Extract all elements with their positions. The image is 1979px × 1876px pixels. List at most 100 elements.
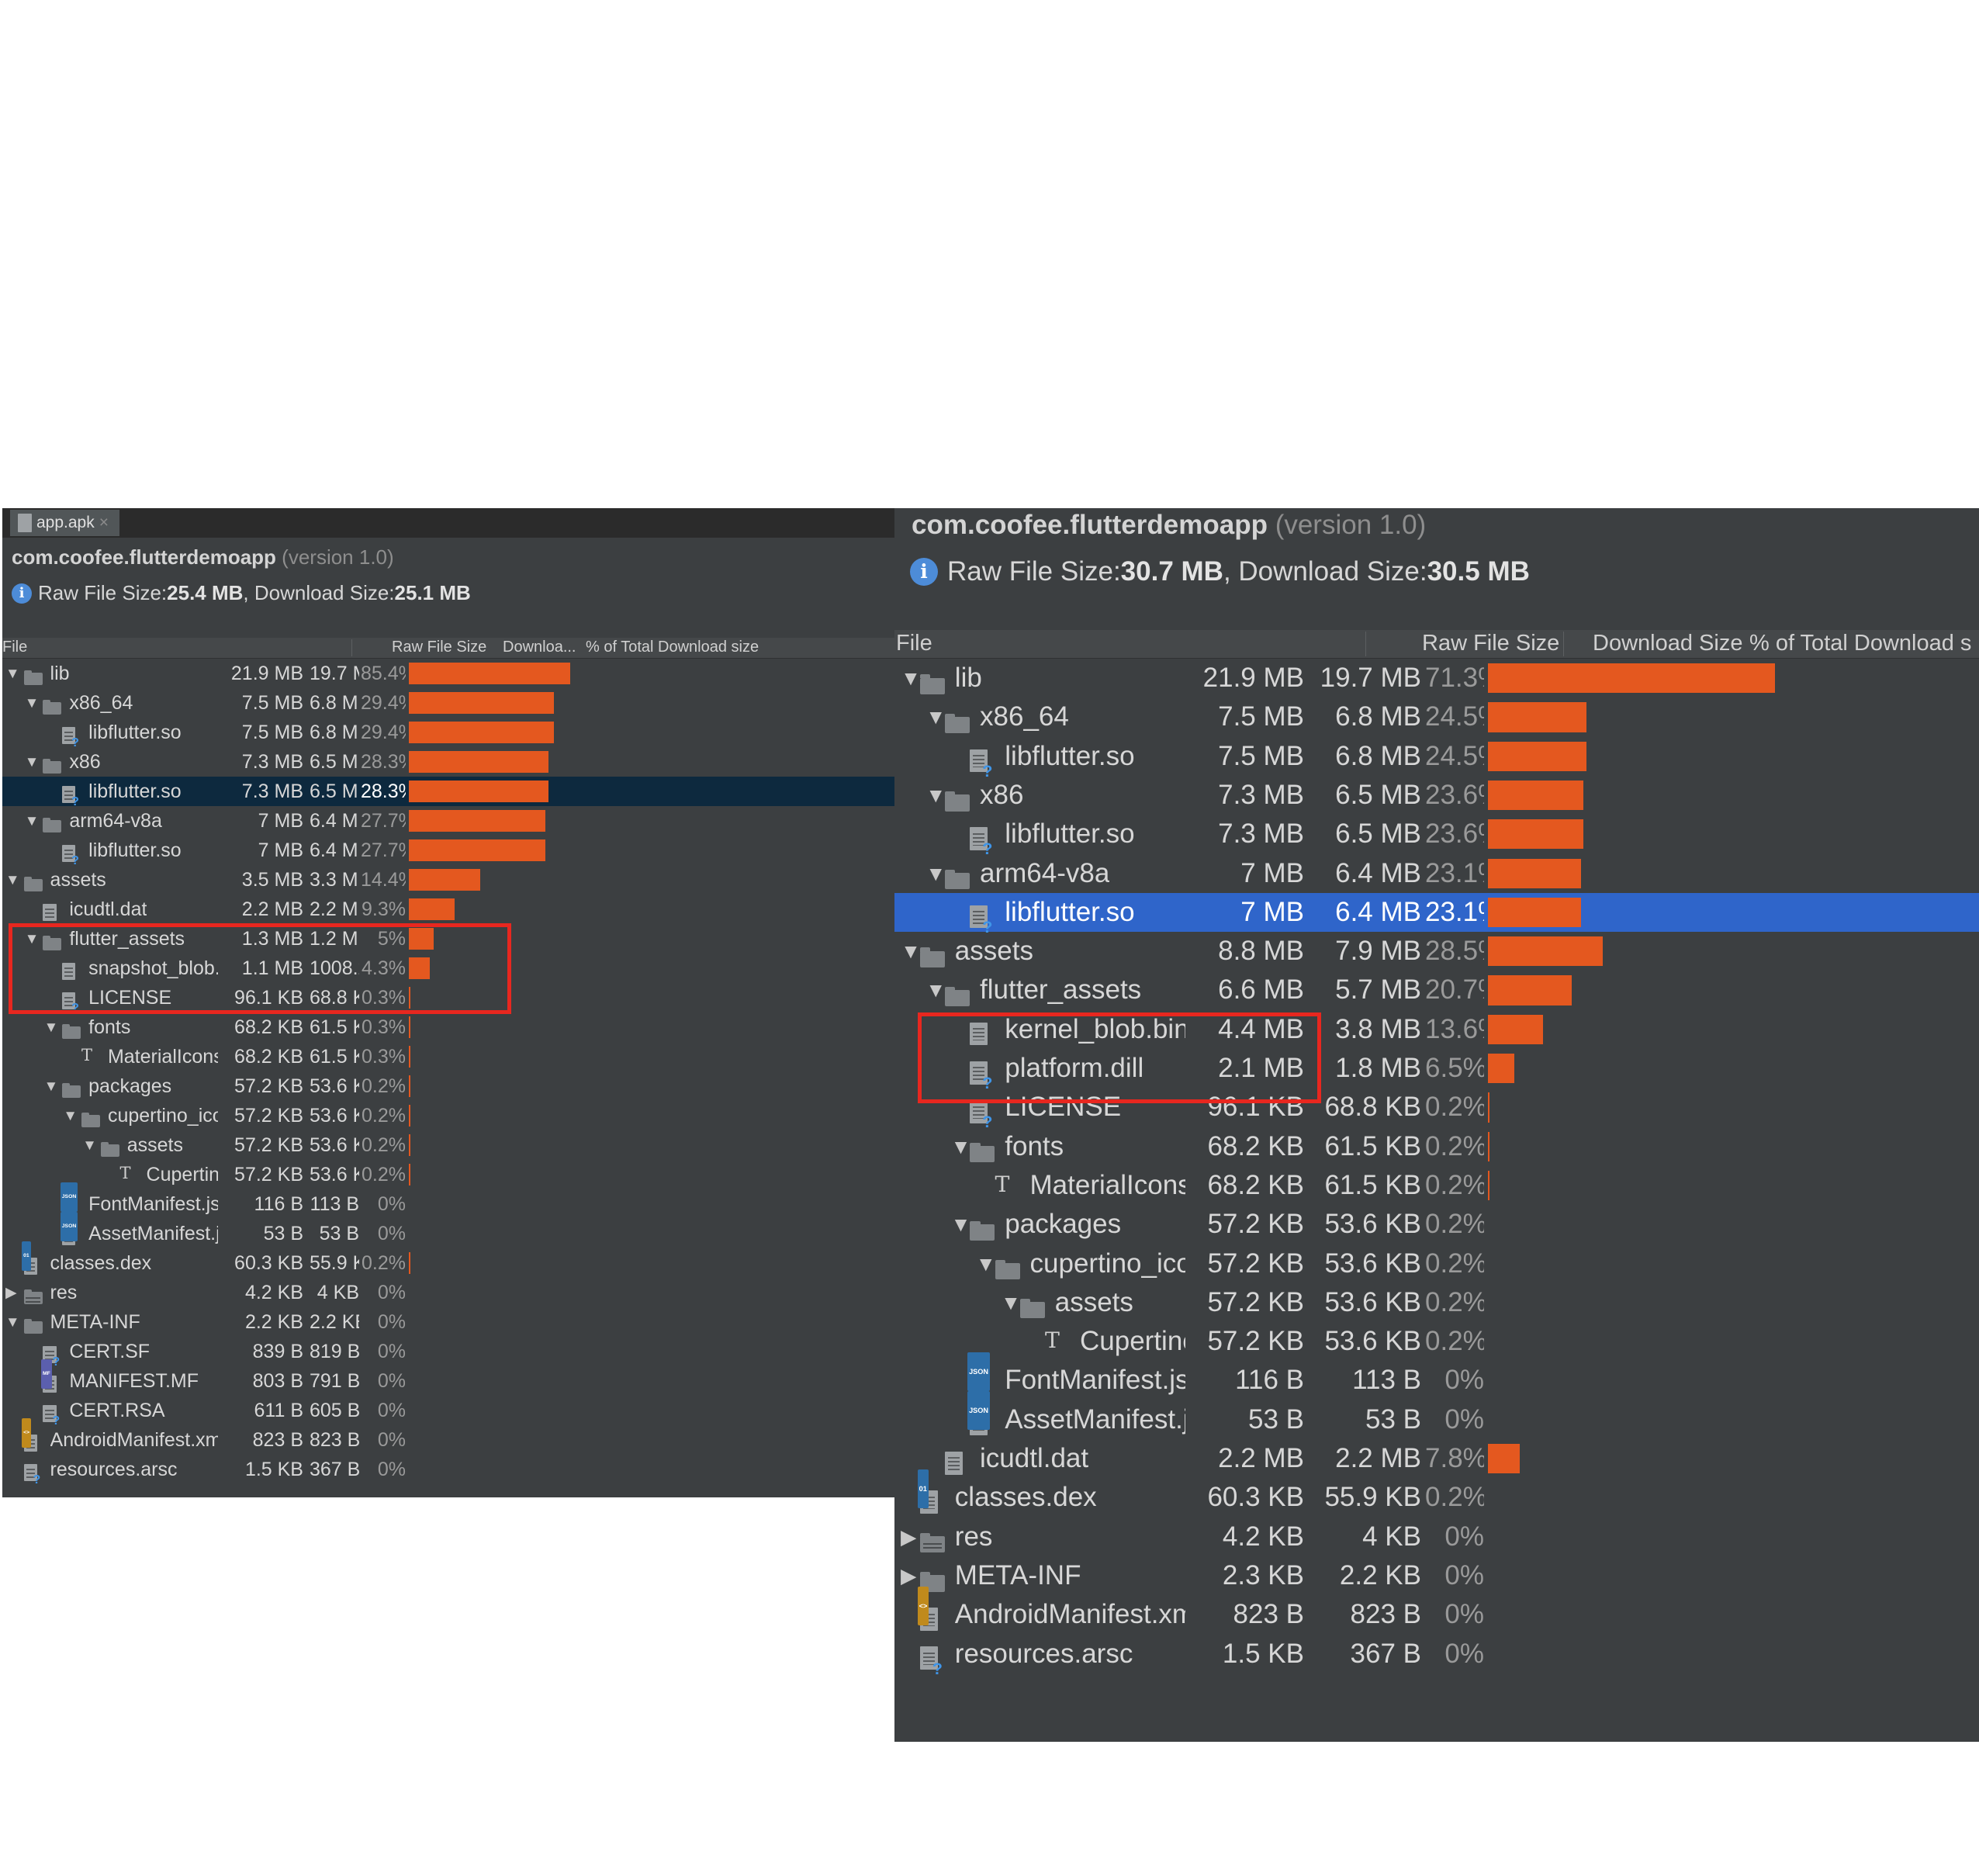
tree-row[interactable]: ? libflutter.so 7.3 MB 6.5 MB23.6%	[894, 815, 1979, 858]
expand-down-icon[interactable]: ▼	[25, 688, 40, 718]
column-raw-size[interactable]: Raw File Size	[1422, 631, 1559, 656]
column-file[interactable]: File	[896, 631, 932, 656]
tree-row[interactable]: ▼ assets 8.8 MB 7.9 MB28.5%	[894, 932, 1979, 971]
unknown-file-icon: ?	[43, 1342, 61, 1369]
column-divider[interactable]	[1365, 632, 1366, 656]
tree-row[interactable]: ▼ assets 57.2 KB 53.6 KB0.2%	[894, 1283, 1979, 1322]
tree-row[interactable]: 01 classes.dex 60.3 KB 55.9 KB0.2%	[2, 1241, 894, 1278]
close-icon[interactable]: ×	[99, 514, 109, 532]
raw-size-cell: 4.2 KB	[244, 1282, 303, 1303]
column-percent-total[interactable]: % of Total Download s	[1749, 631, 1971, 656]
expand-right-icon[interactable]: ▶	[901, 1518, 916, 1556]
raw-size-cell: 7.3 MB	[1218, 819, 1304, 850]
expand-down-icon[interactable]: ▼	[925, 776, 946, 815]
column-file[interactable]: File	[2, 639, 27, 656]
tree-row[interactable]: <> AndroidManifest.xml 823 B 823 B 0%	[2, 1418, 894, 1455]
size-bar	[409, 721, 554, 744]
tree-row[interactable]: ? CERT.RSA 611 B 605 B 0%	[2, 1396, 894, 1428]
expand-down-icon[interactable]: ▼	[925, 854, 946, 893]
tree-row[interactable]: MF MANIFEST.MF 803 B 791 B 0%	[2, 1359, 894, 1396]
folder-icon	[23, 664, 43, 685]
tree-row[interactable]: JSON AssetManifest.json 53 B 53 B 0%	[894, 1391, 1979, 1439]
expand-down-icon[interactable]: ▼	[976, 1244, 996, 1283]
download-size-cell: 6.8 MB	[1335, 701, 1421, 732]
tab-app-apk[interactable]: app.apk ×	[10, 510, 119, 536]
tree-row[interactable]: ? resources.arsc 1.5 KB 367 B 0%	[894, 1635, 1979, 1678]
tree-row[interactable]: ▼ lib 21.9 MB 19.7 MB71.3%	[894, 659, 1979, 697]
tree-row[interactable]: T CupertinoIcon 57.2 KB 53.6 KB0.2%	[894, 1322, 1979, 1361]
tree-row[interactable]: ▼ lib 21.9 MB 19.7 MB85.4%	[2, 659, 894, 688]
tree-row[interactable]: ▼ cupertino_icons 57.2 KB 53.6 KB0.2%	[2, 1101, 894, 1130]
tree-row[interactable]: JSON FontManifest.json 116 B 113 B 0%	[894, 1352, 1979, 1400]
tree-row[interactable]: 01 classes.dex 60.3 KB 55.9 KB0.2%	[894, 1469, 1979, 1517]
tree-row[interactable]: ▼ x86 7.3 MB 6.5 MB23.6%	[894, 776, 1979, 815]
expand-down-icon[interactable]: ▼	[1001, 1283, 1021, 1322]
tree-row[interactable]: T MaterialIcons-Regula 68.2 KB 61.5 KB0.3%	[2, 1042, 894, 1071]
tree-row[interactable]: ? libflutter.so 7 MB 6.4 MB23.1%	[894, 892, 1979, 936]
expand-down-icon[interactable]: ▼	[44, 1012, 59, 1042]
folder-icon	[995, 1251, 1020, 1280]
expand-down-icon[interactable]: ▼	[25, 747, 40, 777]
tree-row[interactable]: ▼ arm64-v8a 7 MB 6.4 MB27.7%	[2, 806, 894, 836]
expand-down-icon[interactable]: ▼	[925, 971, 946, 1009]
tree-row[interactable]: ▼ fonts 68.2 KB 61.5 KB 0.2%	[894, 1127, 1979, 1166]
tree-row[interactable]: ▼ fonts 68.2 KB 61.5 KB0.3%	[2, 1012, 894, 1042]
tree-row[interactable]: ▼ x86_64 7.5 MB 6.8 MB29.4%	[2, 688, 894, 718]
expand-down-icon[interactable]: ▼	[5, 1307, 20, 1337]
tree-row[interactable]: ▼ assets 3.5 MB 3.3 MB14.4%	[2, 865, 894, 895]
tree-row[interactable]: JSON FontManifest.json 116 B 113 B 0%	[2, 1182, 894, 1219]
expand-down-icon[interactable]: ▼	[25, 806, 40, 836]
tree-row[interactable]: ? libflutter.so 7 MB 6.4 MB27.7%	[2, 836, 894, 867]
column-download-size[interactable]: Downloa...	[503, 639, 576, 656]
expand-down-icon[interactable]: ▼	[5, 865, 20, 895]
expand-down-icon[interactable]: ▼	[82, 1130, 97, 1160]
tree-row[interactable]: T MaterialIcons-Regula 68.2 KB 61.5 KB0.2%	[894, 1166, 1979, 1205]
tree-row[interactable]: ▶ META-INF 2.3 KB 2.2 KB 0%	[894, 1556, 1979, 1595]
expand-down-icon[interactable]: ▼	[63, 1101, 78, 1130]
tree-row[interactable]: JSON AssetManifest.json 53 B 53 B 0%	[2, 1212, 894, 1248]
expand-down-icon[interactable]: ▼	[901, 659, 921, 697]
tree-row[interactable]: ? resources.arsc 1.5 KB 367 B 0%	[2, 1455, 894, 1487]
tree-row[interactable]: ▼ cupertino_icons 57.2 KB 53.6 KB0.2%	[894, 1244, 1979, 1283]
tree-row[interactable]: icudtl.dat 2.2 MB 2.2 MB 7.8%	[894, 1439, 1979, 1478]
tree-row[interactable]: ▼ x86_64 7.5 MB 6.8 MB24.5%	[894, 697, 1979, 736]
file-name: res	[50, 1282, 78, 1303]
expand-right-icon[interactable]: ▶	[5, 1278, 16, 1307]
expand-right-icon[interactable]: ▶	[901, 1556, 916, 1595]
tree-row[interactable]: icudtl.dat2.2 MB2.2 MB9.3%	[2, 895, 894, 924]
tree-row[interactable]: ▶ res 4.2 KB 4 KB 0%	[2, 1278, 894, 1307]
expand-down-icon[interactable]: ▼	[44, 1071, 59, 1101]
tree-row[interactable]: ? CERT.SF 839 B 819 B 0%	[2, 1337, 894, 1369]
column-divider[interactable]	[351, 639, 352, 656]
folder-icon	[23, 1313, 43, 1334]
column-percent-total[interactable]: % of Total Download size	[586, 639, 759, 656]
tree-row[interactable]: ▼ packages 57.2 KB 53.6 KB0.2%	[894, 1205, 1979, 1244]
expand-down-icon[interactable]: ▼	[901, 932, 921, 971]
tree-row[interactable]: ▼ META-INF 2.2 KB 2.2 KB 0%	[2, 1307, 894, 1337]
file-name: assets	[126, 1134, 184, 1156]
raw-size-cell: 53 B	[1248, 1404, 1304, 1435]
tree-row[interactable]: ▼ assets 57.2 KB 53.6 KB0.2%	[2, 1130, 894, 1160]
tree-row[interactable]: <> AndroidManifest.xml 823 B 823 B 0%	[894, 1586, 1979, 1634]
download-size-cell: 19.7 MB	[310, 663, 359, 684]
tree-row[interactable]: ▼ x86 7.3 MB 6.5 MB28.3%	[2, 747, 894, 777]
size-bar	[1488, 1014, 1543, 1044]
expand-down-icon[interactable]: ▼	[5, 659, 20, 688]
column-divider[interactable]	[1563, 632, 1564, 656]
percent-cell: 0.2%	[1425, 1169, 1484, 1200]
tree-row[interactable]: ? libflutter.so 7.3 MB 6.5 MB28.3%	[2, 777, 894, 808]
tree-row[interactable]: ? libflutter.so 7.5 MB 6.8 MB29.4%	[2, 718, 894, 749]
column-download-size[interactable]: Download Size	[1593, 631, 1742, 656]
expand-down-icon[interactable]: ▼	[925, 697, 946, 736]
tree-row[interactable]: ? libflutter.so 7.5 MB 6.8 MB24.5%	[894, 737, 1979, 781]
tree-row[interactable]: T CupertinoIcons 57.2 KB 53.6 KB0.2%	[2, 1160, 894, 1189]
tree-row[interactable]: ▼ flutter_assets 6.6 MB 5.7 MB20.7%	[894, 971, 1979, 1009]
tree-row[interactable]: ▶ res 4.2 KB 4 KB 0%	[894, 1518, 1979, 1556]
expand-down-icon[interactable]: ▼	[950, 1127, 970, 1166]
percent-cell: 28.3%	[361, 781, 406, 802]
tree-row[interactable]: ▼ arm64-v8a 7 MB 6.4 MB23.1%	[894, 854, 1979, 893]
expand-down-icon[interactable]: ▼	[950, 1205, 970, 1244]
folder-icon	[970, 1213, 995, 1241]
tree-row[interactable]: ▼ packages 57.2 KB 53.6 KB0.2%	[2, 1071, 894, 1101]
column-raw-size[interactable]: Raw File Size	[392, 639, 486, 656]
